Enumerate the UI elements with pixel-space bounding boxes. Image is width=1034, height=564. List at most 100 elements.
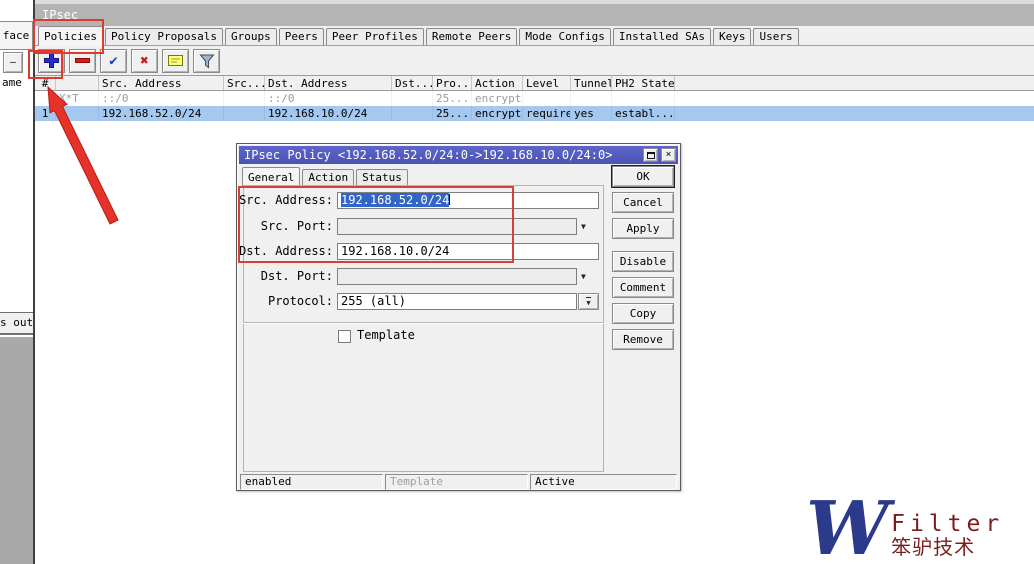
column-header-dst-port[interactable]: Dst... — [392, 76, 433, 90]
comment-button[interactable] — [162, 49, 189, 73]
background-bottom-label: s out — [0, 312, 33, 335]
tab-users[interactable]: Users — [753, 28, 798, 45]
disable-icon: ✖ — [140, 54, 148, 68]
column-header-filler — [675, 76, 1034, 90]
tab-peers[interactable]: Peers — [279, 28, 324, 45]
protocol-combo-button[interactable]: ▼ — [578, 293, 599, 310]
src-port-label: Src. Port: — [239, 218, 333, 235]
background-window: face — ame s out — [0, 0, 33, 564]
column-header-protocol[interactable]: Pro... — [433, 76, 472, 90]
dst-port-dropdown-icon[interactable]: ▼ — [581, 272, 586, 282]
column-header-dst-address[interactable]: Dst. Address — [265, 76, 392, 90]
tab-policies[interactable]: Policies — [38, 26, 103, 46]
selected-text: 192.168.52.0/24 — [341, 193, 449, 207]
cell-protocol: 25... — [433, 91, 472, 106]
template-checkbox[interactable] — [338, 330, 351, 343]
cell-dst-address: 192.168.10.0/24 — [265, 106, 392, 121]
dialog-tab-general[interactable]: General — [242, 167, 300, 187]
remove-icon — [74, 52, 91, 69]
cell-src-address: 192.168.52.0/24 — [99, 106, 224, 121]
watermark-caption: 笨驴技术 — [891, 536, 1004, 558]
dialog-tab-status[interactable]: Status — [356, 169, 408, 186]
remove-button[interactable]: Remove — [612, 329, 674, 350]
copy-button[interactable]: Copy — [612, 303, 674, 324]
tab-mode-configs[interactable]: Mode Configs — [519, 28, 610, 45]
background-minimize-button[interactable]: — — [3, 52, 23, 73]
src-address-label: Src. Address: — [239, 192, 333, 209]
src-port-dropdown-icon[interactable]: ▼ — [581, 222, 586, 232]
disable-policy-button[interactable]: Disable — [612, 251, 674, 272]
background-tab-interface[interactable]: face — [0, 21, 33, 50]
tab-keys[interactable]: Keys — [713, 28, 752, 45]
column-header-ph2-state[interactable]: PH2 State — [612, 76, 675, 90]
column-header-src-address[interactable]: Src. Address — [99, 76, 224, 90]
column-header-number[interactable]: # — [35, 76, 56, 90]
template-checkbox-label: Template — [357, 328, 415, 342]
screen: face — ame s out IPsec Policies Policy P… — [0, 0, 1034, 564]
cell-src-address: ::/0 — [99, 91, 224, 106]
src-address-input[interactable]: 192.168.52.0/24 — [337, 192, 599, 209]
status-enabled: enabled — [240, 474, 383, 490]
column-header-flags[interactable] — [56, 76, 99, 90]
policy-row-selected[interactable]: 1 A 192.168.52.0/24 192.168.10.0/24 25..… — [35, 106, 1034, 121]
close-button[interactable]: × — [661, 148, 676, 162]
watermark: W Filter 笨驴技术 — [806, 496, 1004, 562]
cell-ph2-state: establ... — [612, 106, 675, 121]
policy-row-default[interactable]: X*T ::/0 ::/0 25... encrypt — [35, 91, 1034, 106]
tab-installed-sas[interactable]: Installed SAs — [613, 28, 711, 45]
cell-filler — [675, 91, 1034, 106]
cell-tunnel — [571, 91, 612, 106]
cancel-button[interactable]: Cancel — [612, 192, 674, 213]
window-title: IPsec — [42, 8, 78, 22]
cell-tunnel: yes — [571, 106, 612, 121]
tab-policy-proposals[interactable]: Policy Proposals — [105, 28, 223, 45]
cell-dst-port — [392, 91, 433, 106]
protocol-input[interactable]: 255 (all) — [337, 293, 577, 310]
apply-button[interactable]: Apply — [612, 218, 674, 239]
watermark-logo: W — [806, 496, 889, 562]
cell-filler — [675, 106, 1034, 121]
watermark-brand: Filter — [891, 512, 1004, 536]
dst-address-input[interactable]: 192.168.10.0/24 — [337, 243, 599, 260]
filter-button[interactable] — [193, 49, 220, 73]
minimize-icon: — — [10, 57, 16, 68]
tab-groups[interactable]: Groups — [225, 28, 277, 45]
dialog-tab-action[interactable]: Action — [302, 169, 354, 186]
window-titlebar[interactable]: IPsec — [35, 4, 1034, 26]
comment-policy-button[interactable]: Comment — [612, 277, 674, 298]
src-port-input[interactable] — [337, 218, 577, 235]
background-panel — [0, 337, 33, 564]
maximize-button[interactable] — [643, 148, 658, 162]
background-tab-label: face — [3, 29, 30, 42]
column-header-tunnel[interactable]: Tunnel — [571, 76, 612, 90]
add-button[interactable] — [38, 49, 65, 73]
cell-src-port — [224, 106, 265, 121]
background-column-header: ame — [0, 75, 33, 90]
toolbar: ✔ ✖ — [35, 46, 1034, 75]
column-header-level[interactable]: Level — [523, 76, 571, 90]
dst-address-label: Dst. Address: — [239, 243, 333, 260]
column-header-src-port[interactable]: Src... — [224, 76, 265, 90]
cell-protocol: 25... — [433, 106, 472, 121]
dst-port-input[interactable] — [337, 268, 577, 285]
tab-remote-peers[interactable]: Remote Peers — [426, 28, 517, 45]
enable-button[interactable]: ✔ — [100, 49, 127, 73]
filter-icon — [198, 53, 216, 69]
maximize-icon — [647, 152, 655, 159]
cell-flags: X*T — [56, 91, 99, 106]
tab-peer-profiles[interactable]: Peer Profiles — [326, 28, 424, 45]
ipsec-policy-dialog: IPsec Policy <192.168.52.0/24:0->192.168… — [236, 143, 681, 491]
text-caret — [449, 194, 450, 205]
column-header-action[interactable]: Action — [472, 76, 523, 90]
combo-dropdown-icon: ▼ — [586, 297, 590, 307]
dialog-title: IPsec Policy <192.168.52.0/24:0->192.168… — [244, 148, 640, 162]
comment-icon — [167, 53, 185, 68]
enable-icon: ✔ — [109, 54, 117, 68]
cell-flags: A — [56, 106, 99, 121]
status-active: Active — [530, 474, 677, 490]
remove-button[interactable] — [69, 49, 96, 73]
disable-button[interactable]: ✖ — [131, 49, 158, 73]
ok-button[interactable]: OK — [612, 166, 674, 187]
cell-level: require — [523, 106, 571, 121]
dialog-titlebar[interactable]: IPsec Policy <192.168.52.0/24:0->192.168… — [239, 146, 678, 164]
